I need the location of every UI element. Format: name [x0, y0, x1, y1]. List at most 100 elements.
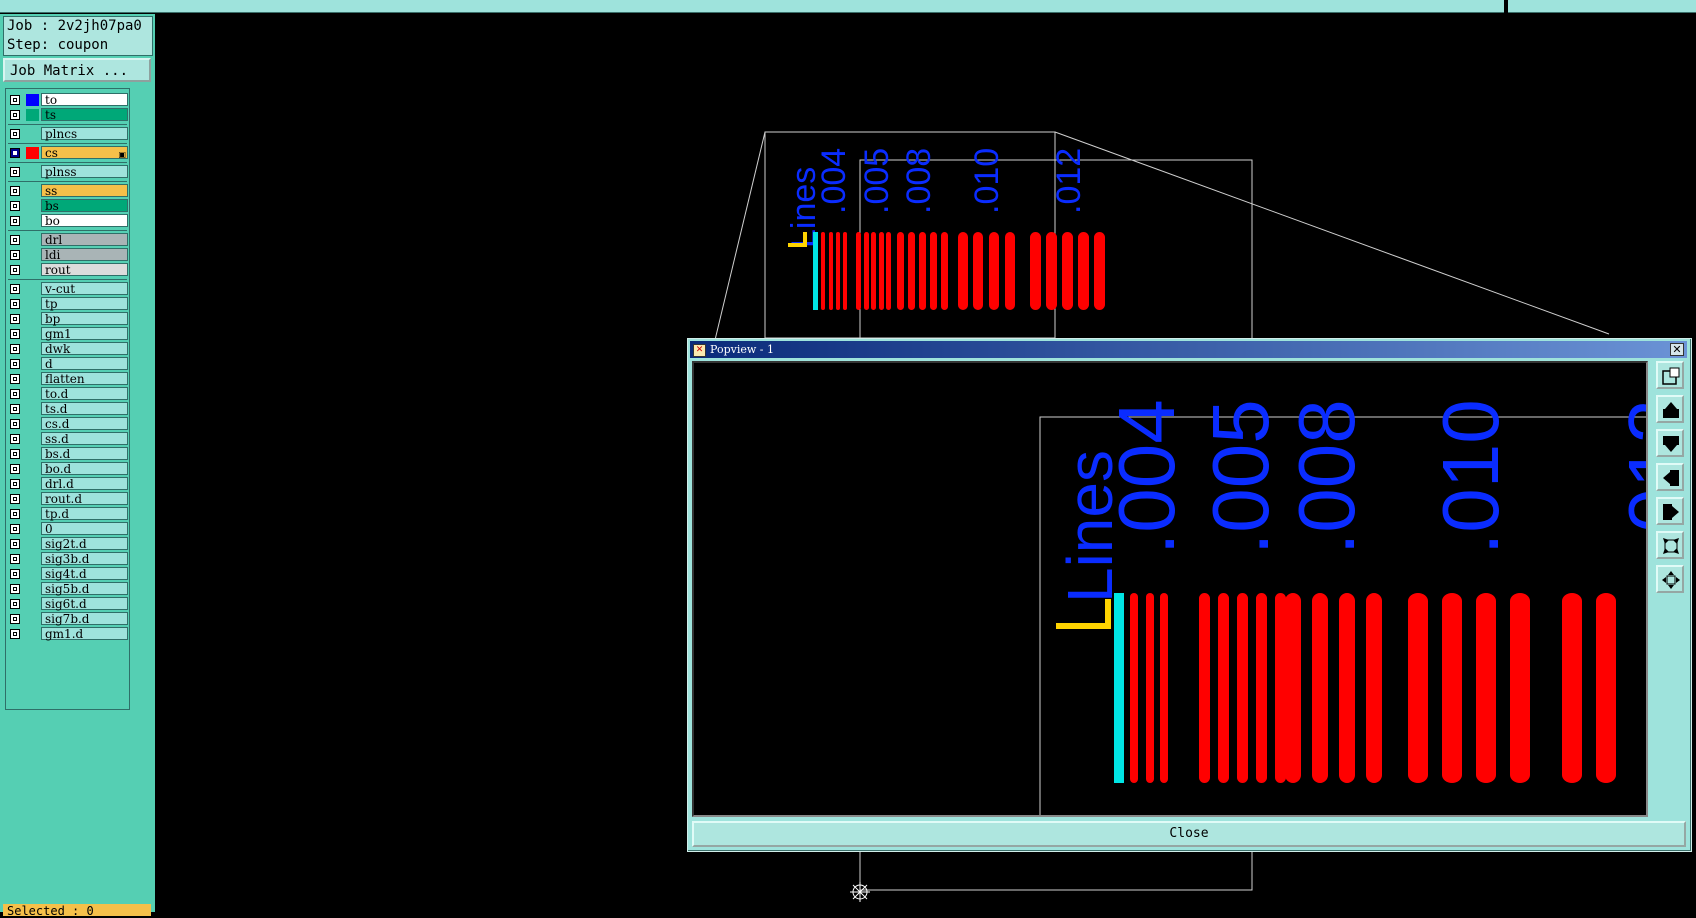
layer-name[interactable]: v-cut — [41, 282, 128, 296]
pan-up-button[interactable] — [1656, 395, 1684, 423]
layer-row-to.d[interactable]: to.d — [6, 387, 129, 401]
layer-row-ss[interactable]: ss — [6, 184, 129, 198]
layer-name[interactable]: d — [41, 357, 128, 371]
layer-row-gm1.d[interactable]: gm1.d — [6, 627, 129, 641]
pan-left-button[interactable] — [1656, 463, 1684, 491]
layer-row-ts.d[interactable]: ts.d — [6, 402, 129, 416]
layer-row-dwk[interactable]: dwk — [6, 342, 129, 356]
zoom-in-button[interactable] — [1656, 565, 1684, 593]
layer-row-sig6t.d[interactable]: sig6t.d — [6, 597, 129, 611]
layer-row-0[interactable]: 0 — [6, 522, 129, 536]
layer-checkbox[interactable] — [10, 554, 20, 564]
close-icon[interactable]: ✕ — [1670, 343, 1684, 356]
layer-name[interactable]: ldi — [41, 248, 128, 262]
layer-checkbox[interactable] — [10, 359, 20, 369]
layer-name[interactable]: sig7b.d — [41, 612, 128, 626]
layer-checkbox[interactable] — [10, 449, 20, 459]
layer-row-tp[interactable]: tp — [6, 297, 129, 311]
layer-name[interactable]: ts — [41, 108, 128, 122]
layer-name[interactable]: sig6t.d — [41, 597, 128, 611]
layer-name[interactable]: drl.d — [41, 477, 128, 491]
layer-checkbox[interactable] — [10, 186, 20, 196]
layer-name[interactable]: sig4t.d — [41, 567, 128, 581]
layer-row-sig3b.d[interactable]: sig3b.d — [6, 552, 129, 566]
layer-checkbox[interactable] — [10, 509, 20, 519]
layer-name[interactable]: to — [41, 93, 128, 107]
layer-name[interactable]: bs.d — [41, 447, 128, 461]
layer-checkbox[interactable] — [10, 539, 20, 549]
layer-row-cs[interactable]: cs ▣ — [6, 146, 129, 160]
layer-row-d[interactable]: d — [6, 357, 129, 371]
layer-name[interactable]: sig5b.d — [41, 582, 128, 596]
layer-name[interactable]: bp — [41, 312, 128, 326]
layer-name[interactable]: bo.d — [41, 462, 128, 476]
pan-right-button[interactable] — [1656, 497, 1684, 525]
layer-checkbox[interactable] — [10, 314, 20, 324]
layer-row-drl.d[interactable]: drl.d — [6, 477, 129, 491]
pan-down-button[interactable] — [1656, 429, 1684, 457]
layer-checkbox[interactable] — [10, 524, 20, 534]
layer-row-sig7b.d[interactable]: sig7b.d — [6, 612, 129, 626]
popview-canvas[interactable]: Lines .004.005.008.010.012 — [692, 361, 1648, 817]
job-matrix-button[interactable]: Job Matrix ... — [3, 58, 151, 82]
layer-checkbox[interactable] — [10, 201, 20, 211]
layer-row-drl[interactable]: drl — [6, 233, 129, 247]
zoom-out-button[interactable] — [1656, 531, 1684, 559]
layer-checkbox[interactable] — [10, 250, 20, 260]
layer-name[interactable]: gm1.d — [41, 627, 128, 641]
layer-name[interactable]: sig3b.d — [41, 552, 128, 566]
layer-checkbox[interactable] — [10, 374, 20, 384]
close-button[interactable]: Close — [692, 821, 1686, 847]
layer-row-sig2t.d[interactable]: sig2t.d — [6, 537, 129, 551]
layer-row-ldi[interactable]: ldi — [6, 248, 129, 262]
layer-name[interactable]: ts.d — [41, 402, 128, 416]
layer-row-gm1[interactable]: gm1 — [6, 327, 129, 341]
layer-checkbox[interactable] — [10, 148, 20, 158]
layer-name[interactable]: cs ▣ — [41, 146, 128, 160]
layer-row-ss.d[interactable]: ss.d — [6, 432, 129, 446]
layer-row-v-cut[interactable]: v-cut — [6, 282, 129, 296]
layer-checkbox[interactable] — [10, 599, 20, 609]
layer-row-tp.d[interactable]: tp.d — [6, 507, 129, 521]
layer-name[interactable]: plnss — [41, 165, 128, 179]
layer-checkbox[interactable] — [10, 329, 20, 339]
layer-name[interactable]: dwk — [41, 342, 128, 356]
layer-name[interactable]: flatten — [41, 372, 128, 386]
layer-row-ts[interactable]: ts — [6, 108, 129, 122]
layer-name[interactable]: gm1 — [41, 327, 128, 341]
layer-name[interactable]: sig2t.d — [41, 537, 128, 551]
layer-row-bs.d[interactable]: bs.d — [6, 447, 129, 461]
layer-checkbox[interactable] — [10, 494, 20, 504]
layer-name[interactable]: ss.d — [41, 432, 128, 446]
layer-name[interactable]: tp — [41, 297, 128, 311]
layer-checkbox[interactable] — [10, 129, 20, 139]
layer-checkbox[interactable] — [10, 464, 20, 474]
layer-name[interactable]: drl — [41, 233, 128, 247]
layer-name[interactable]: rout — [41, 263, 128, 277]
zoom-window-button[interactable] — [1656, 361, 1684, 389]
layer-checkbox[interactable] — [10, 434, 20, 444]
layer-checkbox[interactable] — [10, 629, 20, 639]
layer-row-bs[interactable]: bs — [6, 199, 129, 213]
layer-row-bp[interactable]: bp — [6, 312, 129, 326]
layer-row-plnss[interactable]: plnss — [6, 165, 129, 179]
layer-name[interactable]: cs.d — [41, 417, 128, 431]
layer-checkbox[interactable] — [10, 404, 20, 414]
layer-row-cs.d[interactable]: cs.d — [6, 417, 129, 431]
layer-checkbox[interactable] — [10, 265, 20, 275]
layer-row-rout.d[interactable]: rout.d — [6, 492, 129, 506]
layer-row-plncs[interactable]: plncs — [6, 127, 129, 141]
layer-checkbox[interactable] — [10, 284, 20, 294]
layer-checkbox[interactable] — [10, 569, 20, 579]
layer-row-rout[interactable]: rout — [6, 263, 129, 277]
layer-checkbox[interactable] — [10, 389, 20, 399]
layer-name[interactable]: tp.d — [41, 507, 128, 521]
layer-name[interactable]: ss — [41, 184, 128, 198]
layer-name[interactable]: to.d — [41, 387, 128, 401]
layer-row-sig4t.d[interactable]: sig4t.d — [6, 567, 129, 581]
layer-row-to[interactable]: to — [6, 93, 129, 107]
layer-row-bo.d[interactable]: bo.d — [6, 462, 129, 476]
layer-checkbox[interactable] — [10, 479, 20, 489]
layer-name[interactable]: plncs — [41, 127, 128, 141]
layer-row-sig5b.d[interactable]: sig5b.d — [6, 582, 129, 596]
